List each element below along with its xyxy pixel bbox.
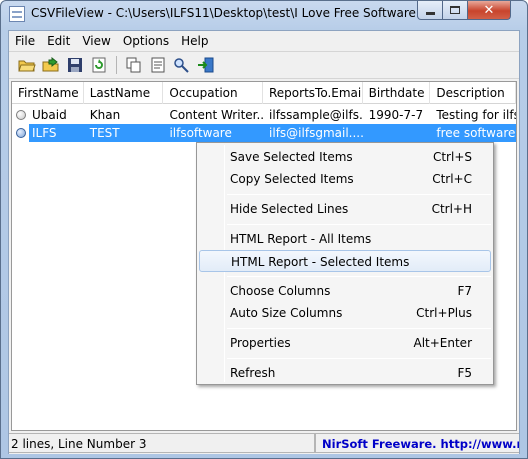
table-cell: Content Writer... [169, 108, 264, 122]
menu-item-html-report-selected-items[interactable]: HTML Report - Selected Items [199, 250, 491, 272]
nirsoft-link[interactable]: NirSoft Freeware. http://www.nirsoft [315, 433, 519, 453]
menu-view[interactable]: View [76, 31, 116, 51]
menu-item-label: HTML Report - Selected Items [231, 255, 410, 269]
menu-item-shortcut: F5 [457, 366, 472, 380]
menu-item-properties[interactable]: Properties Alt+Enter [199, 332, 491, 354]
menu-file[interactable]: File [9, 31, 41, 51]
column-header-birthdate[interactable]: Birthdate [363, 82, 431, 104]
row-status-icon [16, 110, 26, 120]
context-menu-separator [227, 276, 491, 277]
menu-item-shortcut: F7 [457, 284, 472, 298]
column-header-occupation[interactable]: Occupation [163, 82, 263, 104]
menu-item-html-report-all-items[interactable]: HTML Report - All Items [199, 228, 491, 250]
toolbar-separator [116, 56, 117, 74]
menu-bar: File Edit View Options Help [9, 31, 519, 51]
table-row[interactable]: ILFS TEST ilfsoftware ilfs@ilfsgmail.... fre… [12, 124, 516, 142]
status-bar: 2 lines, Line Number 3 NirSoft Freeware.… [9, 432, 519, 454]
minimize-icon [425, 11, 435, 15]
menu-item-refresh[interactable]: Refresh F5 [199, 362, 491, 384]
app-window: CSVFileView - C:\Users\ILFS11\Desktop\te… [0, 0, 528, 459]
menu-item-save-selected-items[interactable]: Save Selected Items Ctrl+S [199, 146, 491, 168]
table-cell: 1990-7-7 [368, 108, 424, 122]
table-cell: Khan [89, 108, 121, 122]
toolbar [9, 51, 519, 79]
cell-text: Ubaid [32, 108, 67, 122]
column-header-reportsto-email[interactable]: ReportsTo.Email [263, 82, 363, 104]
find-icon[interactable] [172, 55, 192, 75]
window-title: CSVFileView - C:\Users\ILFS11\Desktop\te… [31, 6, 440, 20]
refresh-icon[interactable] [89, 55, 109, 75]
row-status-icon [16, 128, 26, 138]
menu-item-auto-size-columns[interactable]: Auto Size Columns Ctrl+Plus [199, 302, 491, 324]
menu-item-label: Auto Size Columns [230, 306, 343, 320]
context-menu: Save Selected Items Ctrl+S Copy Selected I… [196, 142, 494, 385]
table-cell: free software f... [430, 124, 516, 142]
menu-item-label: HTML Report - All Items [230, 232, 372, 246]
table-cell: TEST [83, 124, 164, 142]
copy-icon[interactable] [124, 55, 144, 75]
column-header-lastname[interactable]: LastName [84, 82, 164, 104]
table-cell: ilfsoftware [163, 124, 264, 142]
menu-item-shortcut: Alt+Enter [413, 336, 472, 350]
table-row[interactable]: Ubaid Khan Content Writer... ilfssample@ilf… [12, 106, 516, 124]
menu-options[interactable]: Options [117, 31, 175, 51]
context-menu-separator [227, 194, 491, 195]
column-header-firstname[interactable]: FirstName [12, 82, 84, 104]
menu-item-label: Properties [230, 336, 291, 350]
menu-item-shortcut: Ctrl+Plus [416, 306, 472, 320]
table-cell: ilfs@ilfsgmail.... [263, 124, 363, 142]
maximize-icon [450, 6, 460, 14]
menu-item-shortcut: Ctrl+H [431, 202, 472, 216]
menu-item-label: Hide Selected Lines [230, 202, 349, 216]
cell-text: ILFS [32, 126, 57, 140]
app-icon [9, 6, 25, 22]
menu-item-label: Copy Selected Items [230, 172, 354, 186]
save-icon[interactable] [65, 55, 85, 75]
close-button[interactable]: ✕ [467, 1, 511, 20]
title-bar[interactable]: CSVFileView - C:\Users\ILFS11\Desktop\te… [1, 1, 527, 29]
menu-item-shortcut: Ctrl+C [432, 172, 472, 186]
context-menu-separator [227, 224, 491, 225]
menu-item-copy-selected-items[interactable]: Copy Selected Items Ctrl+C [199, 168, 491, 190]
table-cell: ilfssample@ilfs... [269, 108, 363, 122]
list-header: FirstName LastName Occupation ReportsTo.Ema… [12, 82, 516, 104]
exit-icon[interactable] [196, 55, 216, 75]
minimize-button[interactable] [417, 1, 443, 20]
table-cell [362, 124, 431, 142]
open-export-icon[interactable] [41, 55, 61, 75]
menu-item-choose-columns[interactable]: Choose Columns F7 [199, 280, 491, 302]
context-menu-separator [227, 328, 491, 329]
menu-item-shortcut: Ctrl+S [432, 150, 472, 164]
status-text: 2 lines, Line Number 3 [9, 433, 315, 453]
menu-item-label: Refresh [230, 366, 276, 380]
menu-edit[interactable]: Edit [41, 31, 76, 51]
table-cell: ILFS [12, 124, 84, 142]
open-folder-icon[interactable] [17, 55, 37, 75]
menu-item-label: Save Selected Items [230, 150, 353, 164]
table-cell: Ubaid [12, 106, 84, 124]
menu-item-hide-selected-lines[interactable]: Hide Selected Lines Ctrl+H [199, 198, 491, 220]
menu-item-label: Choose Columns [230, 284, 331, 298]
context-menu-separator [227, 358, 491, 359]
close-icon: ✕ [483, 2, 495, 18]
table-cell: Testing for ilfs [436, 108, 517, 122]
menu-help[interactable]: Help [175, 31, 214, 51]
properties-icon[interactable] [148, 55, 168, 75]
maximize-button[interactable] [442, 1, 468, 20]
column-header-description[interactable]: Description [430, 82, 516, 104]
